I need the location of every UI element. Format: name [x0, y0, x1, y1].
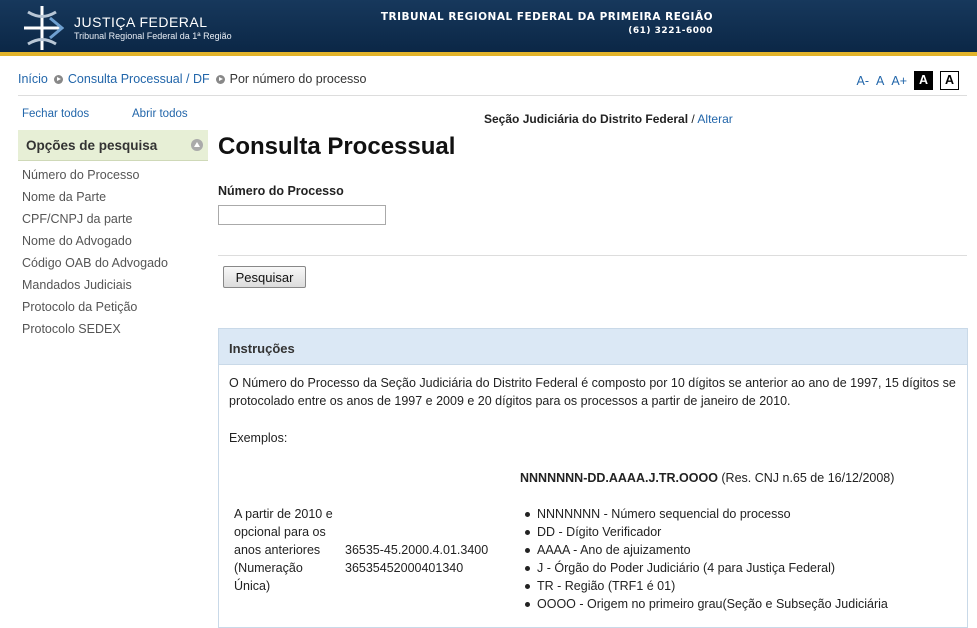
- secao-judiciaria: Seção Judiciária do Distrito Federal / A…: [484, 112, 733, 126]
- format-legend-item: J - Órgão do Poder Judiciário (4 para Ju…: [525, 559, 888, 577]
- example-description-line: anos anteriores: [234, 543, 321, 557]
- format-legend-item: AAAA - Ano de ajuizamento: [525, 541, 888, 559]
- format-legend-item: OOOO - Origem no primeiro grau(Seção e S…: [525, 595, 888, 613]
- tribunal-info: TRIBUNAL REGIONAL FEDERAL DA PRIMEIRA RE…: [381, 11, 713, 36]
- breadcrumb-arrow-icon: [215, 74, 225, 84]
- sidebar-item-mandados[interactable]: Mandados Judiciais: [22, 275, 168, 297]
- example-description: A partir de 2010 e opcional para os anos…: [234, 505, 344, 595]
- font-normal-link[interactable]: A: [876, 74, 884, 88]
- instructions-title: Instruções: [229, 341, 295, 356]
- sidebar-item-codigo-oab[interactable]: Código OAB do Advogado: [22, 253, 168, 275]
- breadcrumb-current: Por número do processo: [229, 72, 367, 86]
- example-numbers: 36535-45.2000.4.01.3400 3653545200040134…: [345, 541, 488, 577]
- secao-name: Seção Judiciária do Distrito Federal: [484, 112, 689, 126]
- font-increase-link[interactable]: A+: [891, 74, 907, 88]
- search-button[interactable]: Pesquisar: [223, 266, 306, 288]
- divider: [218, 255, 967, 256]
- tribunal-phone: (61) 3221-6000: [628, 26, 713, 36]
- example-description-line: A partir de 2010 e: [234, 507, 333, 521]
- example-number: 36535-45.2000.4.01.3400: [345, 543, 489, 557]
- justica-federal-emblem-icon: [24, 6, 64, 50]
- high-contrast-button[interactable]: A: [914, 71, 933, 90]
- logo-subtitle: Tribunal Regional Federal da 1ª Região: [74, 31, 232, 41]
- instructions-text: O Número do Processo da Seção Judiciária…: [229, 376, 956, 408]
- justica-federal-logo[interactable]: JUSTIÇA FEDERAL Tribunal Regional Federa…: [20, 4, 280, 52]
- collapse-all-link[interactable]: Fechar todos: [22, 108, 89, 120]
- expand-all-link[interactable]: Abrir todos: [132, 108, 188, 120]
- logo-title: JUSTIÇA FEDERAL: [74, 14, 208, 30]
- sidebar-section-title: Opções de pesquisa: [26, 138, 158, 153]
- alterar-secao-link[interactable]: Alterar: [697, 112, 732, 126]
- sidebar-item-protocolo-sedex[interactable]: Protocolo SEDEX: [22, 319, 168, 341]
- sidebar-item-nome-advogado[interactable]: Nome do Advogado: [22, 231, 168, 253]
- format-legend-item: TR - Região (TRF1 é 01): [525, 577, 888, 595]
- format-note: (Res. CNJ n.65 de 16/12/2008): [717, 471, 895, 485]
- example-description-line: opcional para os: [234, 525, 326, 539]
- tribunal-name: TRIBUNAL REGIONAL FEDERAL DA PRIMEIRA RE…: [380, 11, 713, 23]
- sidebar-item-protocolo-peticao[interactable]: Protocolo da Petição: [22, 297, 168, 319]
- process-number-label: Número do Processo: [218, 184, 344, 198]
- number-format: NNNNNNN-DD.AAAA.J.TR.OOOO (Res. CNJ n.65…: [520, 471, 894, 485]
- divider: [18, 95, 967, 96]
- breadcrumb-consulta-link[interactable]: Consulta Processual / DF: [68, 72, 210, 86]
- sidebar-item-numero-processo[interactable]: Número do Processo: [22, 165, 168, 187]
- sidebar-item-cpf-cnpj[interactable]: CPF/CNPJ da parte: [22, 209, 168, 231]
- sidebar-search-options: Número do Processo Nome da Parte CPF/CNP…: [22, 165, 168, 341]
- collapse-up-icon[interactable]: [191, 139, 203, 151]
- instructions-panel: Instruções O Número do Processo da Seção…: [218, 328, 968, 628]
- format-code: NNNNNNN-DD.AAAA.J.TR.OOOO: [520, 471, 718, 485]
- format-legend-item: DD - Dígito Verificador: [525, 523, 888, 541]
- breadcrumb-home-link[interactable]: Início: [18, 72, 48, 86]
- sidebar-section-header[interactable]: Opções de pesquisa: [18, 130, 208, 161]
- example-description-line: (Numeração: [234, 561, 303, 575]
- example-description-line: Única): [234, 579, 271, 593]
- normal-contrast-button[interactable]: A: [940, 71, 959, 90]
- breadcrumb-arrow-icon: [53, 74, 63, 84]
- font-size-controls: A- A A+ A A: [857, 71, 959, 90]
- process-number-input[interactable]: [218, 205, 386, 225]
- sidebar-toggle-links: Fechar todos Abrir todos: [22, 108, 190, 120]
- site-header: JUSTIÇA FEDERAL Tribunal Regional Federa…: [0, 0, 977, 56]
- format-legend-list: NNNNNNN - Número sequencial do processo …: [525, 505, 888, 613]
- examples-label: Exemplos:: [229, 431, 288, 445]
- font-decrease-link[interactable]: A-: [857, 74, 870, 88]
- sidebar-item-nome-parte[interactable]: Nome da Parte: [22, 187, 168, 209]
- page-title: Consulta Processual: [218, 133, 456, 160]
- breadcrumb: Início Consulta Processual / DF Por núme…: [18, 72, 367, 86]
- example-number: 36535452000401340: [345, 561, 464, 575]
- instructions-header: Instruções: [219, 329, 967, 365]
- format-legend-item: NNNNNNN - Número sequencial do processo: [525, 505, 888, 523]
